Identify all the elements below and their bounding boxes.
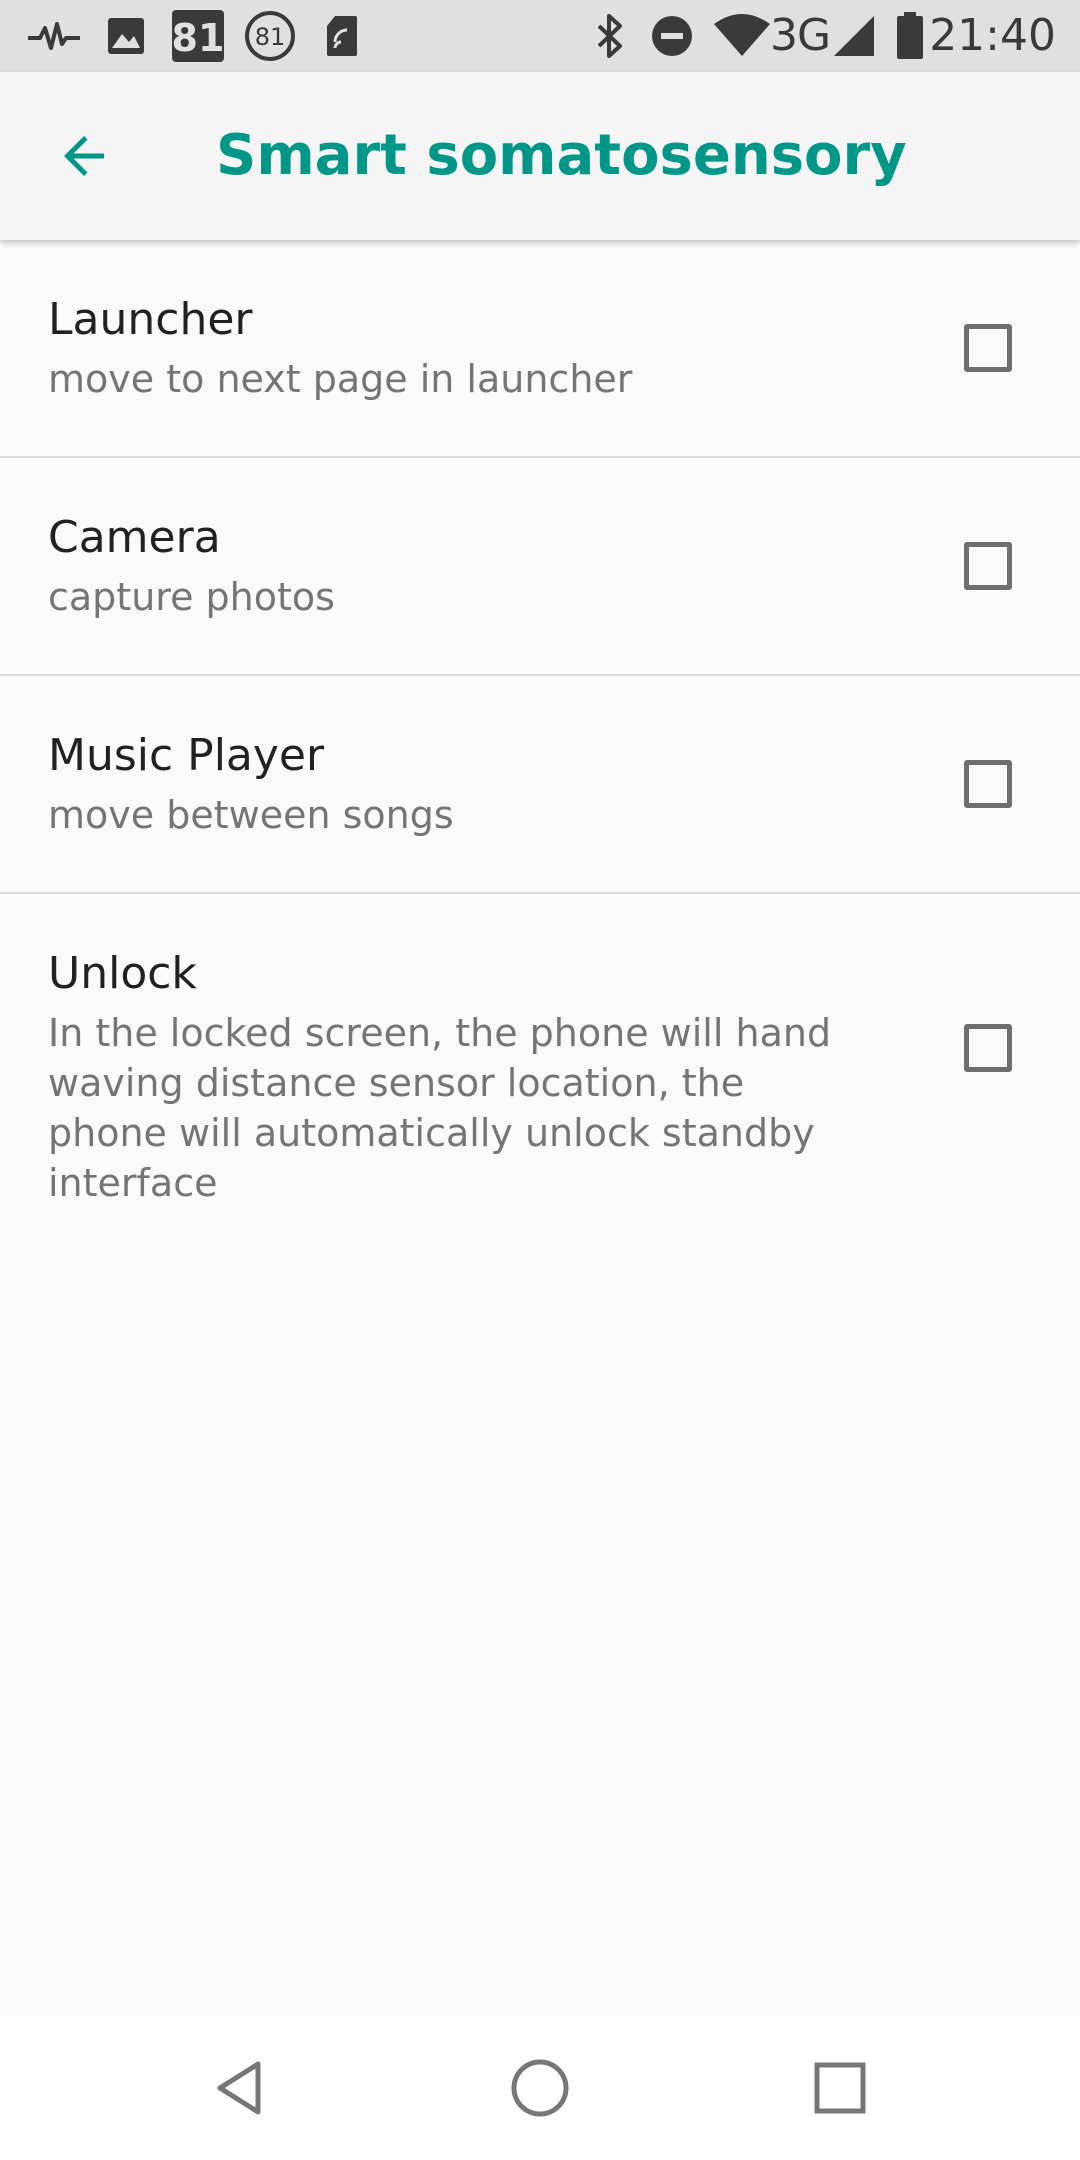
setting-title: Music Player [48, 730, 325, 781]
aqi-badge-icon: 81 [170, 0, 226, 72]
recents-square-icon [814, 2062, 866, 2114]
app-toolbar: Smart somatosensory [0, 72, 1080, 240]
pulse-icon [24, 0, 84, 72]
setting-title: Camera [48, 512, 221, 563]
home-circle-icon [511, 2059, 569, 2117]
aqi-circle-icon: 81 [242, 0, 298, 72]
setting-text: Camera capture photos [48, 510, 888, 622]
setting-text: Music Player move between songs [48, 728, 888, 840]
music-player-checkbox[interactable] [964, 760, 1012, 808]
camera-checkbox[interactable] [964, 542, 1012, 590]
battery-icon [894, 0, 926, 72]
setting-row-unlock[interactable]: Unlock In the locked screen, the phone w… [0, 894, 1080, 1205]
back-button[interactable] [36, 108, 132, 204]
setting-summary: move to next page in launcher [48, 357, 633, 401]
page-title: Smart somatosensory [216, 123, 907, 188]
back-triangle-icon [217, 2061, 261, 2115]
navigation-bar [0, 2016, 1080, 2160]
unlock-checkbox[interactable] [964, 1024, 1012, 1072]
setting-row-launcher[interactable]: Launcher move to next page in launcher [0, 240, 1080, 458]
sd-card-icon [322, 0, 362, 72]
setting-title: Unlock [48, 948, 197, 999]
aqi-badge-number: 81 [172, 16, 225, 60]
launcher-checkbox[interactable] [964, 324, 1012, 372]
cellular-signal-icon [830, 0, 878, 72]
nav-back-button[interactable] [192, 2040, 288, 2136]
setting-text: Unlock In the locked screen, the phone w… [48, 946, 868, 1208]
wifi-icon [712, 0, 772, 72]
do-not-disturb-icon [648, 0, 696, 72]
nav-recents-button[interactable] [792, 2040, 888, 2136]
setting-text: Launcher move to next page in launcher [48, 292, 888, 404]
status-clock: 21:40 [929, 10, 1056, 61]
network-type-label: 3G [770, 10, 831, 61]
bluetooth-icon [592, 0, 628, 72]
setting-summary: move between songs [48, 793, 454, 837]
setting-summary: capture photos [48, 575, 335, 619]
arrow-back-icon [64, 136, 104, 176]
setting-title: Launcher [48, 294, 253, 345]
status-bar: 81 81 3G 21:40 [0, 0, 1080, 72]
setting-row-music-player[interactable]: Music Player move between songs [0, 676, 1080, 894]
setting-row-camera[interactable]: Camera capture photos [0, 458, 1080, 676]
nav-home-button[interactable] [492, 2040, 588, 2136]
aqi-circle-number: 81 [255, 23, 286, 51]
setting-summary: In the locked screen, the phone will han… [48, 1011, 832, 1205]
image-icon [104, 0, 148, 72]
settings-list: Launcher move to next page in launcher C… [0, 240, 1080, 1205]
